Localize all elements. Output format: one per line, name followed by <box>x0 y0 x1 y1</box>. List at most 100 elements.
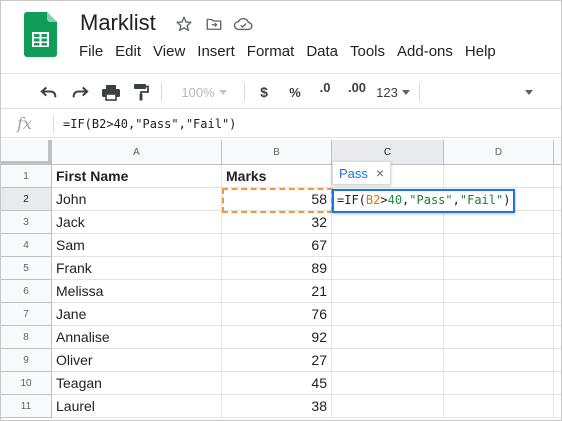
cell-a9[interactable]: Oliver <box>52 349 222 372</box>
row-header-4[interactable]: 4 <box>1 234 52 257</box>
cell-c9[interactable] <box>332 349 444 372</box>
cell-d11[interactable] <box>444 395 554 418</box>
undo-icon[interactable] <box>37 80 61 104</box>
zoom-select[interactable]: 100% <box>173 80 235 104</box>
cell-e3[interactable] <box>554 211 561 234</box>
cell-a5[interactable]: Frank <box>52 257 222 280</box>
cell-b2[interactable]: 58 <box>222 188 332 211</box>
row-header-11[interactable]: 11 <box>1 395 52 418</box>
column-header-a[interactable]: A <box>52 140 222 165</box>
cell-e11[interactable] <box>554 395 561 418</box>
document-title[interactable]: Marklist <box>80 10 156 36</box>
cell-c7[interactable] <box>332 303 444 326</box>
cell-d6[interactable] <box>444 280 554 303</box>
menu-add-ons[interactable]: Add-ons <box>391 42 459 62</box>
star-icon[interactable] <box>174 14 194 34</box>
menu-insert[interactable]: Insert <box>191 42 241 62</box>
row-header-3[interactable]: 3 <box>1 211 52 234</box>
cell-d10[interactable] <box>444 372 554 395</box>
cell-c8[interactable] <box>332 326 444 349</box>
cell-c10[interactable] <box>332 372 444 395</box>
percent-format-button[interactable]: % <box>285 80 305 104</box>
row-header-5[interactable]: 5 <box>1 257 52 280</box>
cell-a4[interactable]: Sam <box>52 234 222 257</box>
cell-a6[interactable]: Melissa <box>52 280 222 303</box>
cell-b11[interactable]: 38 <box>222 395 332 418</box>
cell-c4[interactable] <box>332 234 444 257</box>
cell-e4[interactable] <box>554 234 561 257</box>
cell-b6[interactable]: 21 <box>222 280 332 303</box>
cell-e8[interactable] <box>554 326 561 349</box>
menu-view[interactable]: View <box>147 42 191 62</box>
cell-d3[interactable] <box>444 211 554 234</box>
menu-tools[interactable]: Tools <box>344 42 391 62</box>
cell-e5[interactable] <box>554 257 561 280</box>
cell-a3[interactable]: Jack <box>52 211 222 234</box>
cell-a10[interactable]: Teagan <box>52 372 222 395</box>
row-header-9[interactable]: 9 <box>1 349 52 372</box>
row-header-7[interactable]: 7 <box>1 303 52 326</box>
cell-c6[interactable] <box>332 280 444 303</box>
cell-d5[interactable] <box>444 257 554 280</box>
redo-icon[interactable] <box>68 80 92 104</box>
row-header-8[interactable]: 8 <box>1 326 52 349</box>
cell-a7[interactable]: Jane <box>52 303 222 326</box>
menu-file[interactable]: File <box>73 42 109 62</box>
cell-b3[interactable]: 32 <box>222 211 332 234</box>
formula-input[interactable]: =IF(B2>40,"Pass","Fail") <box>63 117 236 131</box>
cell-c11[interactable] <box>332 395 444 418</box>
row-header-2[interactable]: 2 <box>1 188 52 211</box>
cell-e10[interactable] <box>554 372 561 395</box>
select-all-corner[interactable] <box>1 140 52 165</box>
cell-d9[interactable] <box>444 349 554 372</box>
move-to-folder-icon[interactable] <box>204 14 224 34</box>
menu-help[interactable]: Help <box>459 42 502 62</box>
menu-data[interactable]: Data <box>300 42 344 62</box>
cell-b5[interactable]: 89 <box>222 257 332 280</box>
menu-edit[interactable]: Edit <box>109 42 147 62</box>
cell-e9[interactable] <box>554 349 561 372</box>
cell-b8[interactable]: 92 <box>222 326 332 349</box>
menu-format[interactable]: Format <box>241 42 301 62</box>
currency-format-button[interactable]: $ <box>254 80 274 104</box>
cell-b4[interactable]: 67 <box>222 234 332 257</box>
sheets-logo-icon[interactable] <box>24 12 57 57</box>
cell-a8[interactable]: Annalise <box>52 326 222 349</box>
cell-e2[interactable] <box>554 188 561 211</box>
cell-b10[interactable]: 45 <box>222 372 332 395</box>
cell-d1[interactable] <box>444 165 554 188</box>
column-header-d[interactable]: D <box>444 140 554 165</box>
row-header-6[interactable]: 6 <box>1 280 52 303</box>
cell-e7[interactable] <box>554 303 561 326</box>
cell-e1[interactable] <box>554 165 561 188</box>
cell-d8[interactable] <box>444 326 554 349</box>
column-header-e[interactable] <box>554 140 561 165</box>
paint-format-icon[interactable] <box>129 80 153 104</box>
caret-down-icon <box>525 89 533 95</box>
cell-a1[interactable]: First Name <box>52 165 222 188</box>
column-header-b[interactable]: B <box>222 140 332 165</box>
cloud-status-icon[interactable] <box>233 14 253 34</box>
cell-e6[interactable] <box>554 280 561 303</box>
print-icon[interactable] <box>99 80 123 104</box>
cell-a2[interactable]: John <box>52 188 222 211</box>
cell-d4[interactable] <box>444 234 554 257</box>
row-header-1[interactable]: 1 <box>1 165 52 188</box>
preview-value: Pass <box>339 165 368 181</box>
cell-editor-c2[interactable]: =IF(B2>40,"Pass","Fail") <box>332 189 516 213</box>
cell-d7[interactable] <box>444 303 554 326</box>
cell-b1[interactable]: Marks <box>222 165 332 188</box>
close-icon[interactable]: × <box>376 165 384 181</box>
chevron-down-icon <box>401 89 410 95</box>
more-formats-button[interactable]: 123 <box>373 80 413 104</box>
cell-b7[interactable]: 76 <box>222 303 332 326</box>
fx-icon: fx <box>17 114 32 133</box>
decrease-decimal-button[interactable]: .0 <box>313 80 337 104</box>
cell-b9[interactable]: 27 <box>222 349 332 372</box>
cell-c5[interactable] <box>332 257 444 280</box>
row-header-10[interactable]: 10 <box>1 372 52 395</box>
increase-decimal-button[interactable]: .00 <box>343 80 371 104</box>
cell-c3[interactable] <box>332 211 444 234</box>
collapse-toolbar-icon[interactable] <box>519 80 539 104</box>
cell-a11[interactable]: Laurel <box>52 395 222 418</box>
